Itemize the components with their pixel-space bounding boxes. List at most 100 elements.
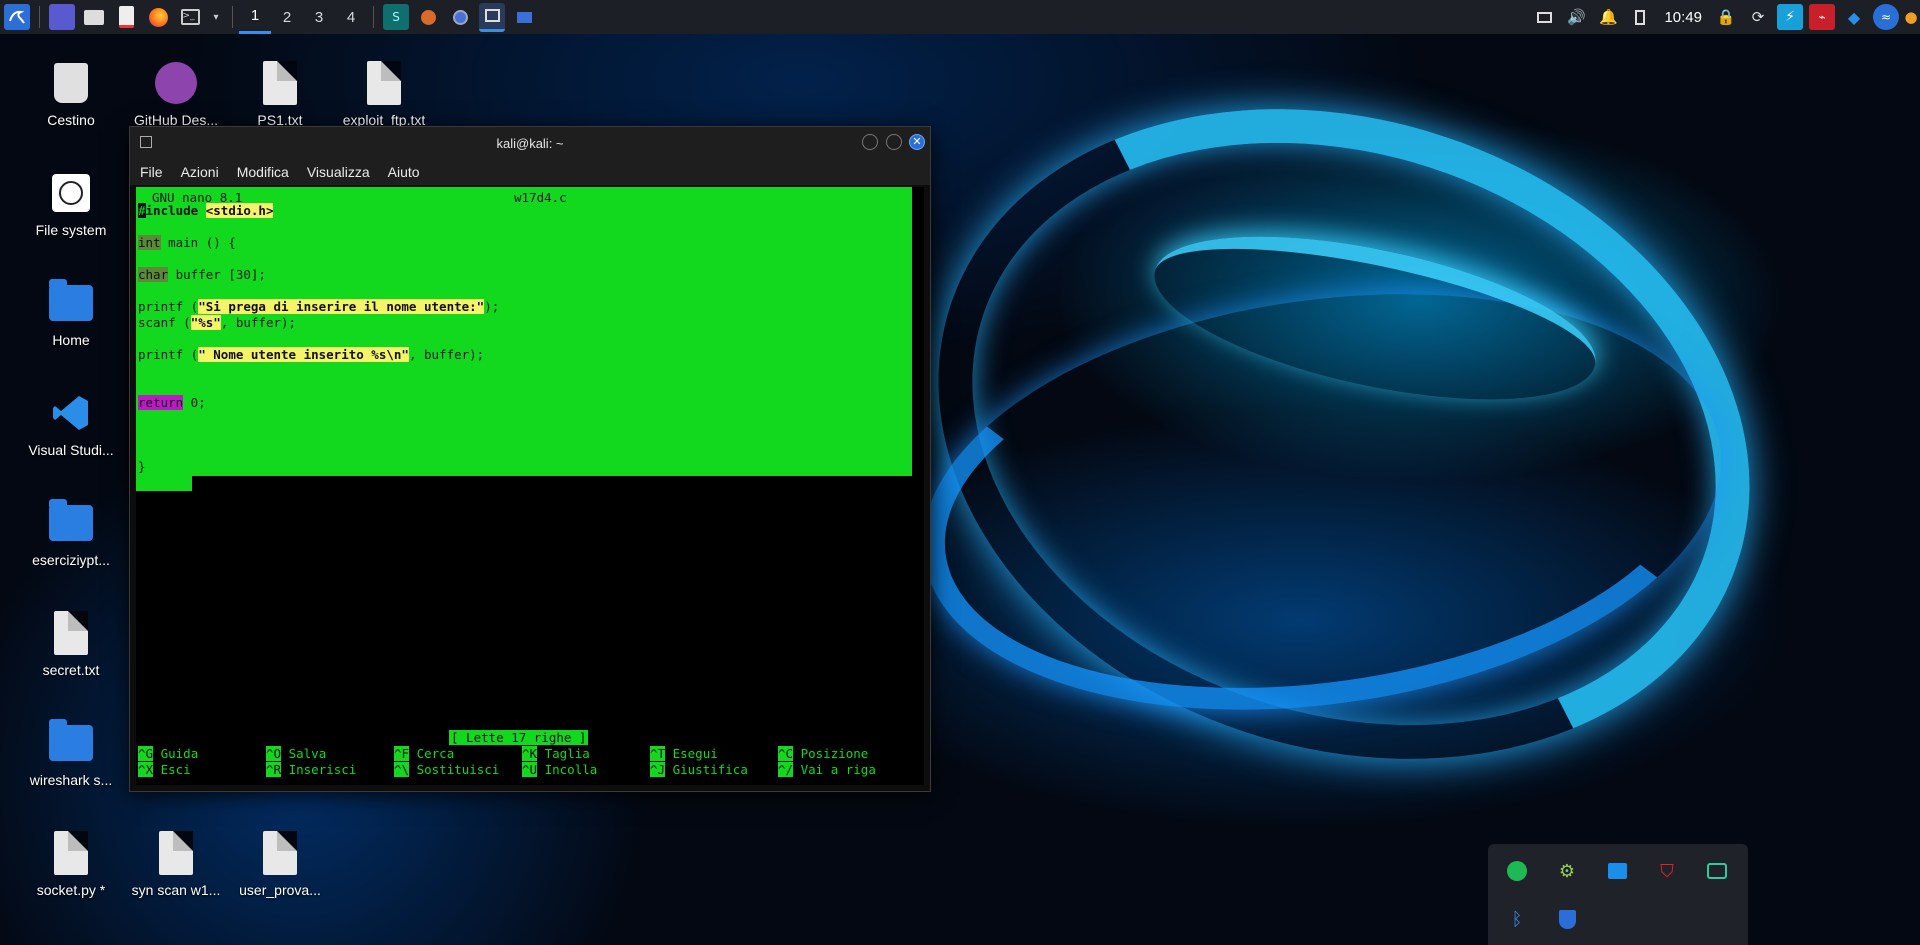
desktop-icon[interactable] (49, 4, 75, 30)
display-icon[interactable] (1531, 4, 1557, 30)
desktop-item-label: File system (35, 222, 107, 238)
shortcut-sostituisci[interactable]: ^\ Sostituisci (394, 762, 499, 778)
desktop-item-socket[interactable]: socket.py * (21, 830, 121, 898)
code-line[interactable]: char buffer [30]; (138, 267, 266, 283)
shield-app-icon[interactable]: ⛉ (1654, 858, 1680, 884)
workspace-3[interactable]: 3 (303, 0, 335, 34)
binary-file-icon (153, 830, 199, 876)
shortcut-incolla[interactable]: ^U Incolla (522, 762, 597, 778)
volume-icon[interactable]: 🔊 (1563, 4, 1589, 30)
lock-icon[interactable]: 🔒 (1713, 4, 1739, 30)
taskbar-folder-icon[interactable] (511, 4, 537, 30)
taskbar-app-icon[interactable]: S (383, 4, 409, 30)
network-tool-icon[interactable]: ⚙ (1554, 858, 1580, 884)
system-tray: 🔊 🔔 10:49 🔒 ⟳ ⚡ ⌁ ◆ ≈ ● (1528, 0, 1920, 34)
shortcut-cerca[interactable]: ^F Cerca (394, 746, 454, 762)
locked-file-icon (48, 830, 94, 876)
desktop-item-exploit-ftp[interactable]: exploit_ftp.txt (334, 60, 434, 128)
kali-menu-icon[interactable] (4, 4, 30, 30)
nano-editor[interactable]: GNU nano 8.1 w17d4.c #include <stdio.h> … (136, 187, 924, 785)
security-shield-icon[interactable] (1554, 906, 1580, 932)
desktop-item-label: secret.txt (42, 662, 100, 678)
monitor-app-icon[interactable] (1604, 858, 1630, 884)
notification-bell-icon[interactable]: 🔔 (1595, 4, 1621, 30)
workspace-4[interactable]: 4 (335, 0, 367, 34)
shortcut-salva[interactable]: ^O Salva (266, 746, 326, 762)
text-editor-icon[interactable] (113, 4, 139, 30)
desktop-item-ps1[interactable]: PS1.txt (230, 60, 330, 128)
network-icon[interactable]: ≈ (1873, 4, 1899, 30)
desktop-item-wireshark[interactable]: wireshark s... (21, 719, 121, 788)
window-titlebar[interactable]: kali@kali: ~ ✕ (130, 127, 930, 159)
code-line[interactable]: printf ("Si prega di inserire il nome ut… (138, 299, 499, 315)
desktop-item-home[interactable]: Home (21, 279, 121, 348)
desktop-item-label: Cestino (47, 112, 95, 128)
folder-icon (48, 719, 94, 766)
desktop-item-vscode[interactable]: Visual Studi... (21, 390, 121, 458)
terminal-window[interactable]: kali@kali: ~ ✕ File Azioni Modifica Visu… (129, 126, 931, 792)
power-manager-icon[interactable]: ⚡ (1777, 4, 1803, 30)
code-line[interactable]: return 0; (138, 395, 206, 411)
menu-aiuto[interactable]: Aiuto (388, 164, 420, 180)
desktop-item-cestino[interactable]: Cestino (21, 60, 121, 128)
selection-highlight (136, 476, 192, 491)
desktop-item-esercizi[interactable]: eserciziypt... (21, 499, 121, 568)
minimize-button[interactable] (862, 134, 878, 150)
desktop-item-secret[interactable]: secret.txt (21, 610, 121, 678)
menu-modifica[interactable]: Modifica (237, 164, 289, 180)
flame-icon[interactable]: ● (1904, 4, 1917, 30)
file-manager-icon[interactable] (81, 4, 107, 30)
close-button[interactable]: ✕ (909, 134, 925, 150)
vscode-icon (48, 390, 94, 436)
shortcut-inserisci[interactable]: ^R Inserisci (266, 762, 356, 778)
taskbar-terminal-icon[interactable] (479, 2, 505, 32)
menu-azioni[interactable]: Azioni (181, 164, 219, 180)
taskbar-firefox-icon[interactable] (415, 4, 441, 30)
desktop-item-label: user_prova... (239, 882, 321, 898)
desktop-item-syn-scan[interactable]: syn scan w1... (126, 830, 226, 898)
shortcut-taglia[interactable]: ^K Taglia (522, 746, 590, 762)
firefox-icon[interactable] (145, 4, 171, 30)
desktop-item-user-prova[interactable]: user_prova... (230, 830, 330, 898)
chevron-down-icon[interactable]: ▾ (209, 4, 223, 30)
text-file-icon (257, 830, 303, 876)
terminal-launcher-icon[interactable]: >_ (177, 4, 203, 30)
desktop-item-file-system[interactable]: File system (21, 170, 121, 238)
code-line[interactable]: int main () { (138, 235, 236, 251)
nano-status: [ Lette 17 righe ] (449, 730, 589, 745)
clock[interactable]: 10:49 (1664, 9, 1702, 26)
pdf-tool-icon[interactable]: ⌁ (1809, 4, 1835, 30)
shortcut-esegui[interactable]: ^T Esegui (650, 746, 718, 762)
panel-separator (232, 6, 233, 28)
desktop-item-github[interactable]: GitHub Des... (126, 60, 226, 128)
shortcut-guida[interactable]: ^G Guida (138, 746, 198, 762)
taskbar-browser-icon[interactable] (447, 4, 473, 30)
code-line[interactable]: printf (" Nome utente inserito %s\n", bu… (138, 347, 484, 363)
desktop-item-label: Visual Studi... (28, 442, 114, 458)
desktop-item-label: eserciziypt... (32, 552, 110, 568)
home-folder-icon (48, 279, 94, 326)
code-line[interactable]: } (138, 459, 146, 475)
shortcut-giustifica[interactable]: ^J Giustifica (650, 762, 748, 778)
window-app-icon[interactable] (1704, 858, 1730, 884)
shortcut-vai-a-riga[interactable]: ^/ Vai a riga (778, 762, 876, 778)
vscode-tray-icon[interactable]: ◆ (1841, 4, 1867, 30)
shortcut-esci[interactable]: ^X Esci (138, 762, 191, 778)
workspace-1[interactable]: 1 (239, 0, 271, 34)
workspace-2[interactable]: 2 (271, 0, 303, 34)
spotify-icon[interactable] (1504, 858, 1530, 884)
code-line[interactable]: #include <stdio.h> (138, 203, 274, 219)
desktop-item-label: syn scan w1... (131, 882, 221, 898)
refresh-icon[interactable]: ⟳ (1745, 4, 1771, 30)
desktop-item-label: socket.py * (36, 882, 106, 898)
shortcut-posizione[interactable]: ^C Posizione (778, 746, 868, 762)
code-line[interactable]: scanf ("%s", buffer); (138, 315, 296, 331)
menu-visualizza[interactable]: Visualizza (307, 164, 370, 180)
terminal-menubar: File Azioni Modifica Visualizza Aiuto (130, 159, 930, 185)
text-file-icon (48, 610, 94, 656)
github-icon (153, 60, 199, 106)
battery-icon[interactable] (1627, 4, 1653, 30)
maximize-button[interactable] (886, 134, 902, 150)
bluetooth-icon[interactable]: ᛒ (1504, 906, 1530, 932)
menu-file[interactable]: File (140, 164, 163, 180)
